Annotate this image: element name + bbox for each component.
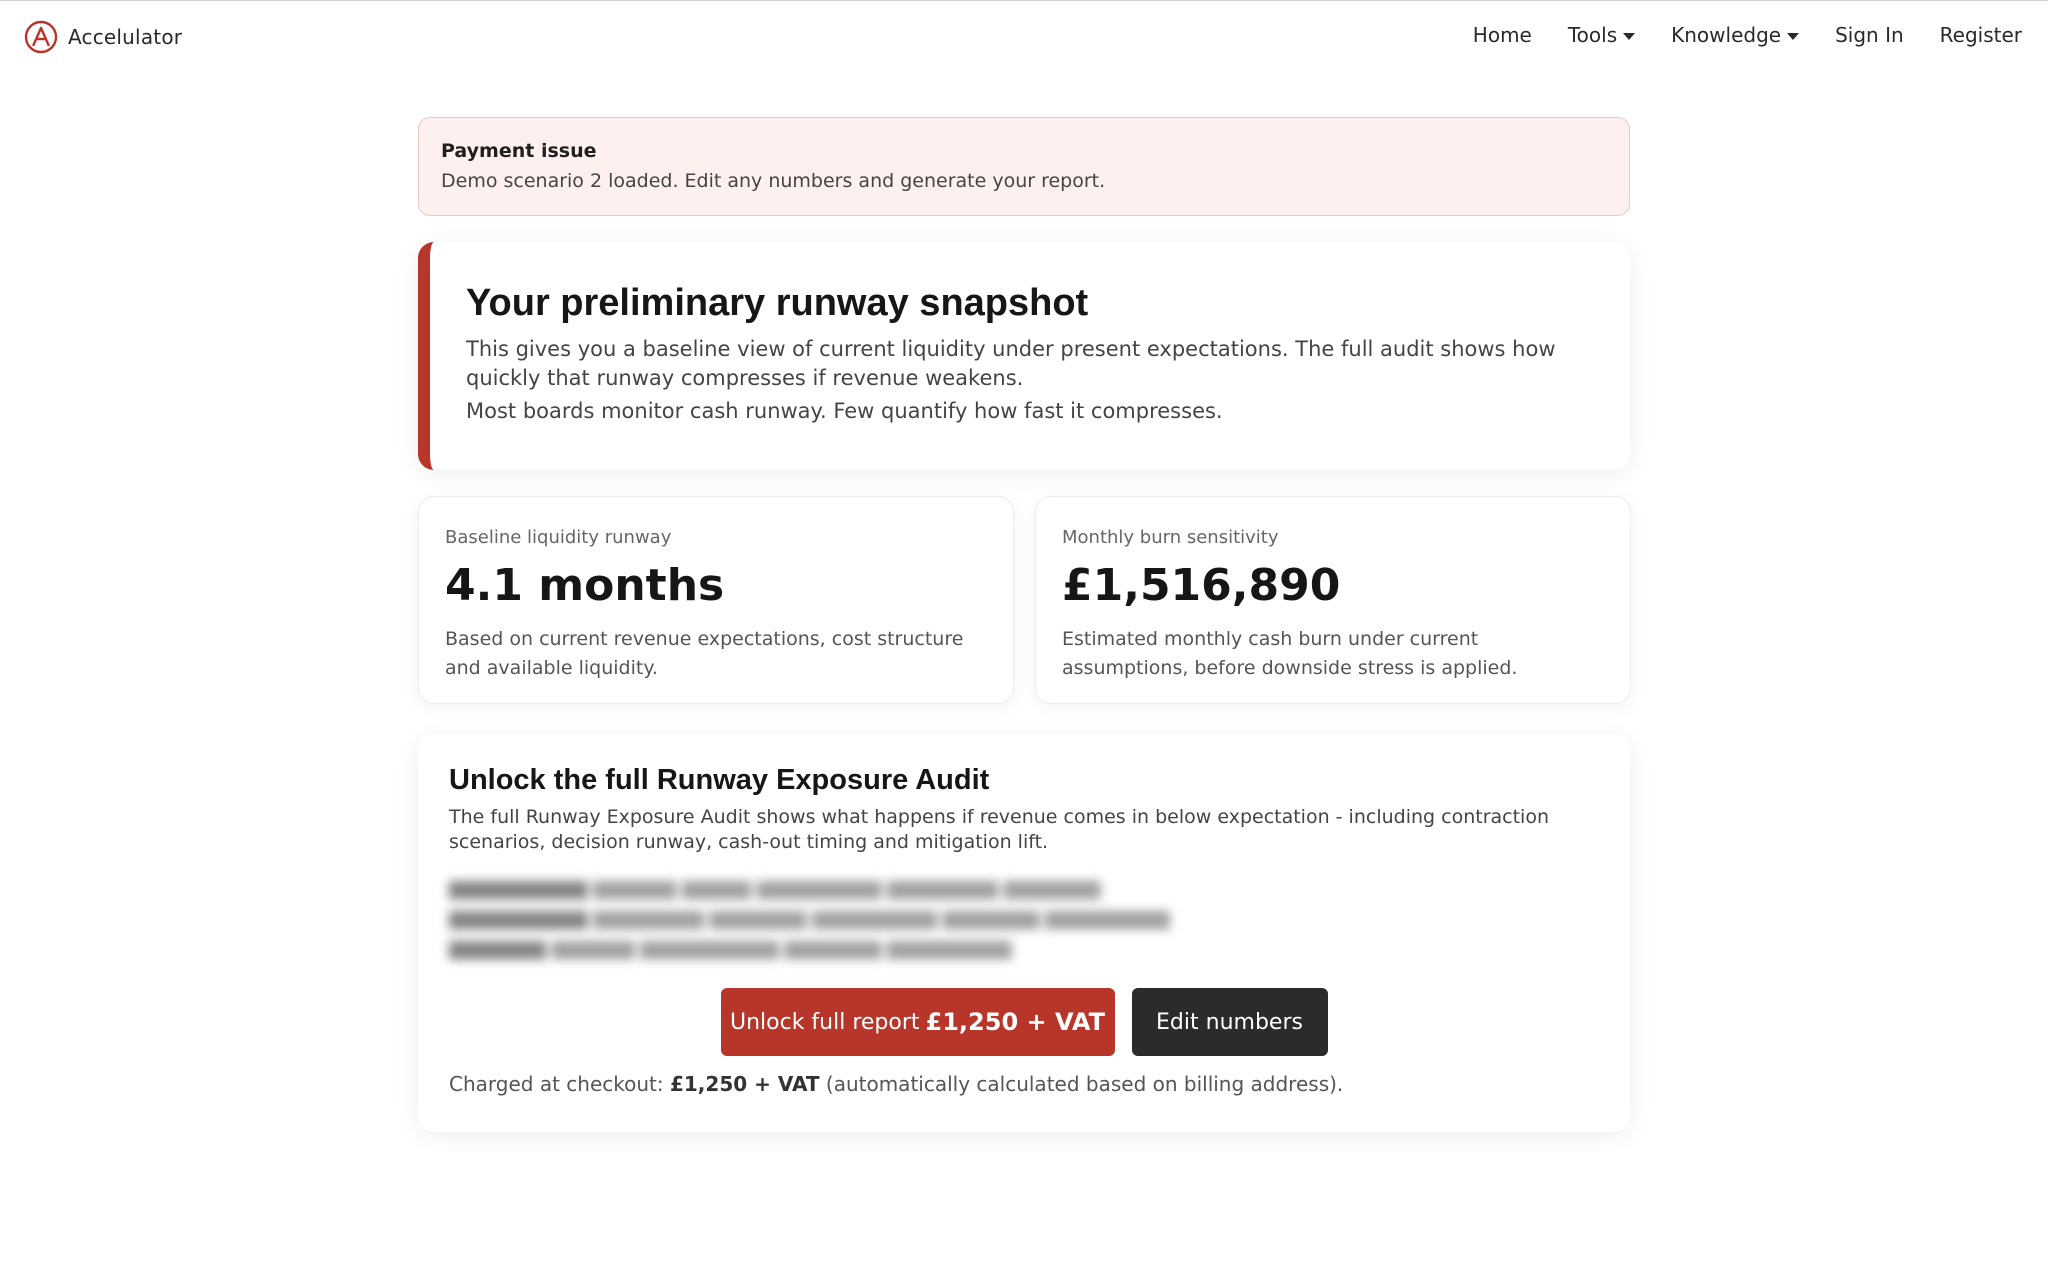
payment-issue-alert: Payment issue Demo scenario 2 loaded. Ed…: [418, 117, 1630, 216]
nav-home[interactable]: Home: [1473, 23, 1532, 47]
alert-title: Payment issue: [441, 140, 597, 162]
runway-snapshot-card: Your preliminary runway snapshot This gi…: [418, 242, 1630, 470]
nav-register-label: Register: [1939, 23, 2022, 47]
caret-down-icon: [1787, 32, 1800, 40]
nav-tools[interactable]: Tools: [1567, 23, 1636, 47]
edit-numbers-button[interactable]: Edit numbers: [1131, 988, 1328, 1056]
unlock-button-price: £1,250 + VAT: [925, 1008, 1105, 1036]
metric-description: Based on current revenue expectations, c…: [445, 628, 964, 679]
blurred-line: ▇▇▇▇▇▇▇▇▇▇ ▇▇▇▇▇▇ ▇▇▇▇▇ ▇▇▇▇▇▇▇▇▇ ▇▇▇▇▇▇…: [449, 879, 1101, 900]
unlock-button-label: Unlock full report: [729, 1009, 920, 1035]
nav-home-label: Home: [1472, 23, 1532, 47]
unlock-audit-card: Unlock the full Runway Exposure Audit Th…: [418, 734, 1630, 1132]
charged-price: £1,250 + VAT: [669, 1072, 820, 1096]
unlock-title: Unlock the full Runway Exposure Audit: [449, 764, 990, 796]
unlock-full-report-button[interactable]: Unlock full report £1,250 + VAT: [720, 988, 1115, 1056]
metric-label: Monthly burn sensitivity: [1062, 527, 1279, 548]
snapshot-description: This gives you a baseline view of curren…: [466, 337, 1556, 390]
burn-sensitivity-card: Monthly burn sensitivity £1,516,890 Esti…: [1035, 496, 1631, 704]
snapshot-title: Your preliminary runway snapshot: [466, 282, 1089, 324]
metric-label: Baseline liquidity runway: [445, 527, 672, 548]
charged-prefix: Charged at checkout:: [449, 1072, 664, 1096]
navbar: Accelulator Home Tools Knowledge Sign In…: [0, 1, 2048, 73]
nav-knowledge-label: Knowledge: [1671, 23, 1782, 47]
alert-text: Demo scenario 2 loaded. Edit any numbers…: [441, 170, 1106, 192]
snapshot-note: Most boards monitor cash runway. Few qua…: [466, 399, 1223, 423]
nav-sign-in-label: Sign In: [1835, 23, 1904, 47]
caret-down-icon: [1623, 32, 1636, 40]
metric-value: 4.1 months: [445, 560, 725, 611]
nav-knowledge[interactable]: Knowledge: [1671, 23, 1800, 47]
metric-value: £1,516,890: [1062, 560, 1341, 611]
nav-register[interactable]: Register: [1940, 23, 2022, 47]
blurred-line: ▇▇▇▇▇▇▇▇▇▇ ▇▇▇▇▇▇▇▇ ▇▇▇▇▇▇▇ ▇▇▇▇▇▇▇▇▇ ▇▇…: [449, 909, 1170, 930]
action-buttons: Unlock full report £1,250 + VAT Edit num…: [418, 988, 1630, 1056]
blurred-line: ▇▇▇▇▇▇▇ ▇▇▇▇▇▇ ▇▇▇▇▇▇▇▇▇▇ ▇▇▇▇▇▇▇ ▇▇▇▇▇▇…: [449, 939, 1012, 960]
brand[interactable]: Accelulator: [24, 19, 182, 55]
nav-sign-in[interactable]: Sign In: [1835, 23, 1904, 47]
checkout-charge-note: Charged at checkout: £1,250 + VAT (autom…: [449, 1072, 1343, 1096]
metric-description: Estimated monthly cash burn under curren…: [1062, 628, 1518, 679]
baseline-runway-card: Baseline liquidity runway 4.1 months Bas…: [418, 496, 1014, 704]
charged-suffix: (automatically calculated based on billi…: [825, 1072, 1344, 1096]
nav-tools-label: Tools: [1567, 23, 1618, 47]
edit-numbers-label: Edit numbers: [1156, 1009, 1303, 1035]
blurred-preview: ▇▇▇▇▇▇▇▇▇▇ ▇▇▇▇▇▇ ▇▇▇▇▇ ▇▇▇▇▇▇▇▇▇ ▇▇▇▇▇▇…: [449, 875, 1599, 965]
brand-name: Accelulator: [68, 25, 183, 49]
unlock-description: The full Runway Exposure Audit shows wha…: [449, 806, 1549, 853]
accelulator-logo-icon: [24, 20, 58, 54]
main-nav: Home Tools Knowledge Sign In Register: [1437, 23, 2022, 47]
